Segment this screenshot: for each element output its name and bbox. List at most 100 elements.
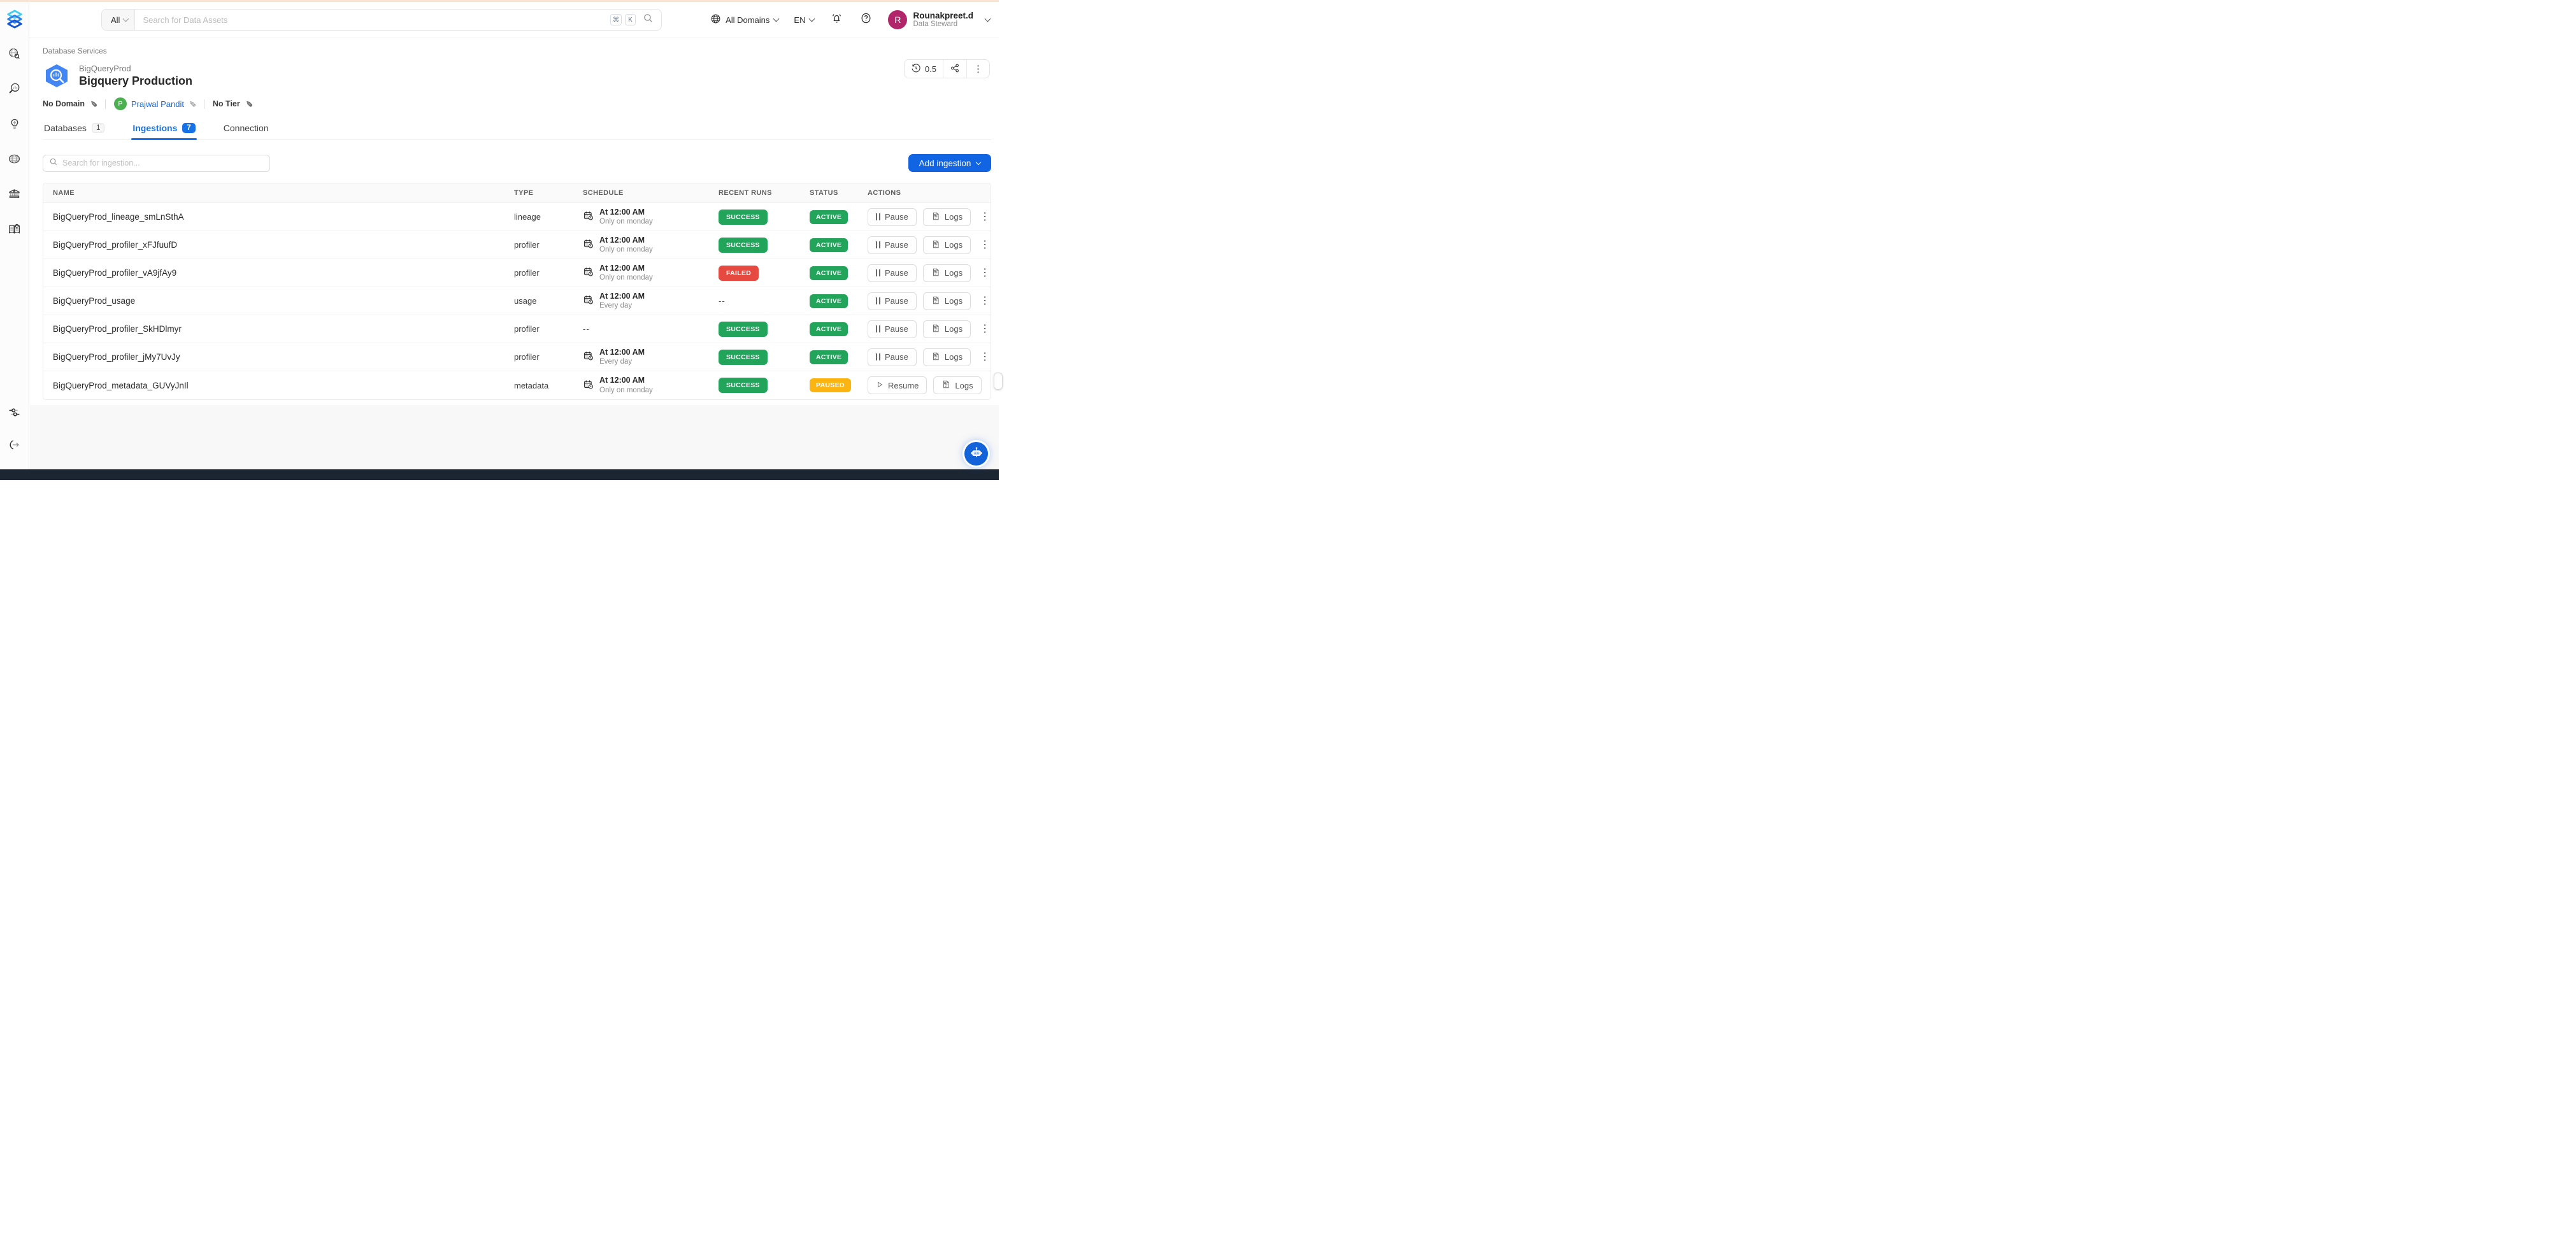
user-role: Data Steward	[913, 20, 973, 29]
schedule-frequency: Only on monday	[599, 245, 653, 254]
tab-label: Ingestions	[132, 123, 177, 133]
schedule-frequency: Only on monday	[599, 217, 653, 226]
edit-tier-icon[interactable]: ✎	[243, 101, 254, 108]
logs-button[interactable]: Logs	[923, 348, 971, 366]
schedule-time: At 12:00 AM	[599, 208, 653, 218]
version-button[interactable]: 0.5	[905, 60, 943, 78]
logs-button[interactable]: Logs	[933, 376, 981, 394]
status-cell: ACTIVE	[805, 350, 862, 364]
logs-button[interactable]: Logs	[923, 320, 971, 338]
search-icon[interactable]	[643, 13, 654, 27]
logs-button[interactable]: Logs	[923, 292, 971, 310]
ingestion-schedule: At 12:00 AMOnly on monday	[578, 376, 713, 395]
recent-run-badge[interactable]: SUCCESS	[719, 322, 768, 337]
recent-run-badge[interactable]: SUCCESS	[719, 238, 768, 253]
row-more-button[interactable]: ⋮	[980, 212, 990, 222]
action-label: Pause	[885, 324, 908, 334]
pause-icon	[876, 325, 880, 332]
add-ingestion-button[interactable]: Add ingestion	[908, 154, 991, 172]
ingestion-type: profiler	[509, 240, 578, 250]
play-icon	[876, 381, 884, 390]
schedule-time: At 12:00 AM	[599, 292, 645, 302]
sidebar-item-explore[interactable]	[7, 48, 22, 63]
language-dropdown[interactable]: EN	[794, 15, 814, 25]
ingestion-search-input[interactable]	[62, 159, 264, 167]
logs-label: Logs	[945, 212, 962, 222]
sidebar-item-domains[interactable]	[7, 153, 22, 168]
logs-label: Logs	[945, 324, 962, 334]
logs-button[interactable]: Logs	[923, 264, 971, 282]
top-app-bar: All ⌘ K	[29, 2, 999, 38]
sidebar-item-observability[interactable]	[7, 83, 22, 98]
sidebar-item-govern[interactable]	[7, 188, 22, 203]
logs-icon	[931, 352, 940, 363]
user-menu[interactable]: R Rounakpreet.d Data Steward	[888, 10, 990, 29]
sidebar-item-settings[interactable]	[7, 406, 22, 422]
ingestion-search	[43, 155, 270, 172]
row-more-button[interactable]: ⋮	[980, 296, 990, 306]
owner-link[interactable]: Prajwal Pandit	[131, 99, 184, 109]
recent-run-empty: --	[719, 296, 726, 306]
breadcrumb[interactable]: Database Services	[43, 46, 107, 55]
recent-runs-cell: SUCCESS	[713, 322, 805, 337]
pause-button[interactable]: Pause	[868, 320, 917, 338]
chevron-down-icon	[985, 16, 991, 22]
sidebar-item-knowledge-center[interactable]	[7, 223, 22, 238]
tier-meta: No Tier ✎	[213, 99, 252, 109]
pause-button[interactable]: Pause	[868, 264, 917, 282]
tab-ingestions[interactable]: Ingestions7	[131, 119, 196, 139]
edit-domain-icon[interactable]: ✎	[88, 101, 98, 108]
history-clock-icon	[911, 63, 921, 75]
pause-button[interactable]: Pause	[868, 292, 917, 310]
scrollbar-handle[interactable]	[994, 373, 1003, 390]
chevron-down-icon	[976, 159, 981, 164]
header-more-button[interactable]: ⋮	[967, 60, 989, 78]
tab-connection[interactable]: Connection	[222, 119, 270, 139]
ingestion-name: BigQueryProd_profiler_SkHDlmyr	[43, 324, 509, 334]
logs-button[interactable]: Logs	[923, 236, 971, 254]
pause-button[interactable]: Pause	[868, 236, 917, 254]
global-search-input[interactable]	[135, 15, 610, 25]
logout-icon	[8, 438, 21, 455]
pause-button[interactable]: Pause	[868, 208, 917, 226]
resume-button[interactable]: Resume	[868, 376, 927, 394]
row-more-button[interactable]: ⋮	[980, 240, 990, 250]
kebab-menu-icon: ⋮	[973, 64, 983, 74]
status-badge: ACTIVE	[810, 350, 848, 364]
bottom-taskbar	[0, 469, 999, 480]
calendar-clock-icon	[583, 379, 594, 392]
action-label: Pause	[885, 268, 908, 278]
sidebar-item-insights[interactable]	[7, 118, 22, 133]
pause-button[interactable]: Pause	[868, 348, 917, 366]
recent-run-badge[interactable]: SUCCESS	[719, 350, 768, 365]
row-more-button[interactable]: ⋮	[980, 352, 990, 362]
row-more-button[interactable]: ⋮	[980, 324, 990, 334]
domains-dropdown[interactable]: All Domains	[710, 13, 778, 26]
status-badge: ACTIVE	[810, 210, 848, 224]
recent-run-badge[interactable]: SUCCESS	[719, 210, 768, 225]
divider	[105, 99, 106, 109]
status-badge: ACTIVE	[810, 322, 848, 336]
share-icon	[950, 63, 960, 75]
chat-bot-button[interactable]	[964, 442, 988, 466]
tab-databases[interactable]: Databases1	[43, 119, 106, 139]
share-button[interactable]	[943, 60, 967, 78]
service-header: BigQueryProd Bigquery Production 0.5	[43, 62, 991, 90]
row-more-button[interactable]: ⋮	[980, 268, 990, 278]
help-button[interactable]	[859, 13, 873, 27]
schedule-frequency: Every day	[599, 301, 645, 310]
calendar-clock-icon	[583, 294, 594, 308]
pause-icon	[876, 241, 880, 248]
tab-label: Databases	[44, 123, 87, 133]
status-badge: ACTIVE	[810, 294, 848, 308]
sidebar-item-logout[interactable]	[7, 439, 22, 454]
recent-run-badge[interactable]: SUCCESS	[719, 378, 768, 393]
openmetadata-logo-icon[interactable]	[4, 7, 25, 31]
search-filter-label: All	[111, 15, 120, 25]
logs-icon	[931, 211, 940, 223]
recent-run-badge[interactable]: FAILED	[719, 266, 759, 281]
notifications-button[interactable]	[829, 13, 843, 27]
edit-owner-icon[interactable]: ✎	[187, 101, 197, 108]
logs-button[interactable]: Logs	[923, 208, 971, 226]
search-filter-dropdown[interactable]: All	[102, 10, 135, 30]
